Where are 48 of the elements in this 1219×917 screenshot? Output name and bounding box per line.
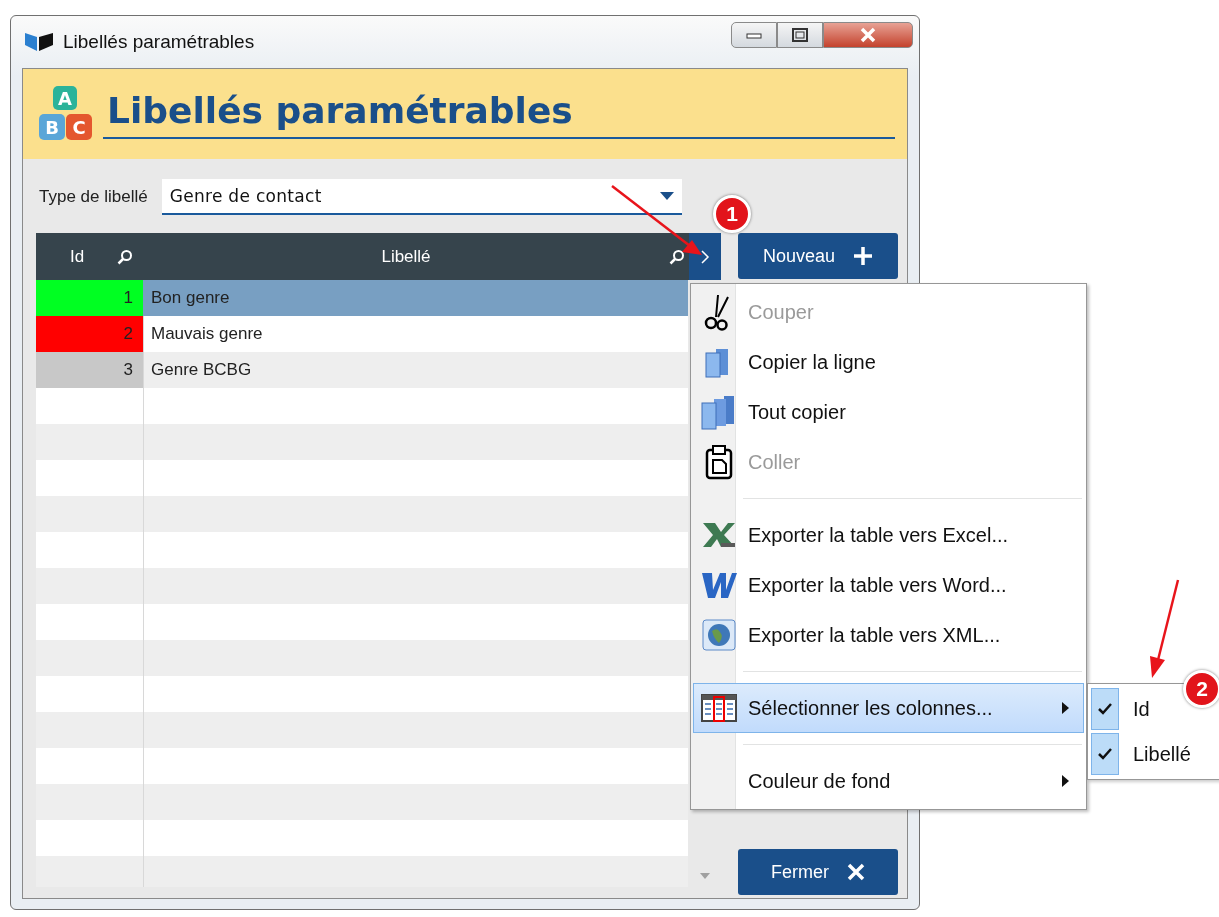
window-title: Libellés paramétrables <box>63 31 256 53</box>
menu-item[interactable]: Exporter la table vers Word... <box>693 560 1084 610</box>
maximize-icon <box>792 28 808 42</box>
close-dialog-button[interactable]: Fermer <box>738 849 898 895</box>
maximize-button[interactable] <box>777 22 823 48</box>
label-cell[interactable]: Bon genre <box>143 280 688 316</box>
w-letter-icon <box>701 570 737 600</box>
field-label: Type de libellé <box>39 187 148 207</box>
menu-item[interactable]: Couleur de fond <box>693 756 1084 806</box>
page-title: Libellés paramétrables <box>103 89 895 139</box>
annotation-badge: 2 <box>1183 670 1219 708</box>
menu-item[interactable]: Exporter la table vers Excel... <box>693 510 1084 560</box>
column-header[interactable]: Id <box>70 246 85 267</box>
checkbox[interactable] <box>1091 733 1119 775</box>
id-cell: 3 <box>36 352 143 388</box>
menu-item[interactable]: Sélectionner les colonnes... <box>693 683 1084 733</box>
label-cell[interactable]: Genre BCBG <box>143 352 688 388</box>
menu-item[interactable]: Copier la ligne <box>693 337 1084 387</box>
label-cell[interactable]: Mauvais genre <box>143 316 688 352</box>
minimize-icon <box>746 31 762 39</box>
table-columns-icon <box>701 693 737 723</box>
close-icon <box>847 863 865 881</box>
globe-icon <box>702 619 736 651</box>
type-dropdown[interactable]: Genre de contact <box>161 179 682 215</box>
submenu-arrow-icon <box>1062 775 1069 787</box>
checkmark-icon <box>1098 703 1112 715</box>
close-icon <box>859 27 877 43</box>
menu-item[interactable]: Id <box>1091 687 1160 731</box>
chevron-right-icon <box>700 248 710 265</box>
menu-item[interactable]: Exporter la table vers XML... <box>693 610 1084 660</box>
close-button[interactable] <box>823 22 913 48</box>
checkmark-icon <box>1098 748 1112 760</box>
spreadsheet-x-icon <box>701 521 737 549</box>
id-cell: 2 <box>36 316 143 352</box>
menu-item[interactable]: Libellé <box>1091 732 1201 776</box>
search-icon[interactable] <box>117 248 133 265</box>
dropdown-arrow-icon <box>659 192 674 200</box>
menu-item[interactable]: Tout copier <box>693 387 1084 437</box>
submenu-arrow-icon <box>1062 702 1069 714</box>
id-cell: 1 <box>36 280 143 316</box>
plus-icon <box>853 246 874 266</box>
search-icon[interactable] <box>669 248 685 265</box>
app-logo-icon <box>23 31 55 53</box>
column-menu-button[interactable] <box>689 233 721 280</box>
clipboard-icon <box>704 444 734 480</box>
new-button[interactable]: Nouveau <box>738 233 898 279</box>
column-header[interactable]: Libellé <box>143 246 669 267</box>
checkbox[interactable] <box>1091 688 1119 730</box>
